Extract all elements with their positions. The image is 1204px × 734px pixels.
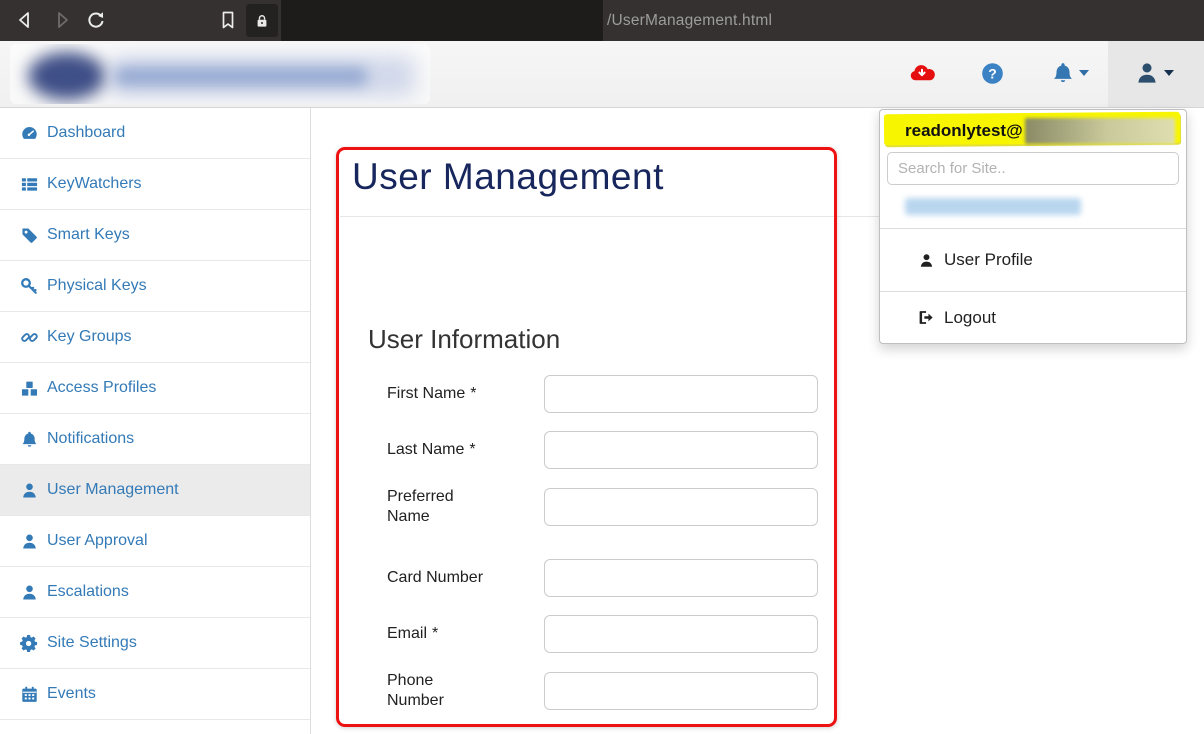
preferred-name-label: Preferred Name xyxy=(387,487,544,527)
url-redaction-block xyxy=(281,0,603,41)
tag-icon xyxy=(20,226,39,245)
sidebar-item-label: Dashboard xyxy=(47,124,125,142)
email-redaction-smudge xyxy=(1025,118,1175,144)
phone-number-input[interactable] xyxy=(544,672,818,710)
first-name-label: First Name* xyxy=(387,384,544,404)
form-row-card-number: Card Number xyxy=(387,559,1186,597)
cubes-icon xyxy=(20,379,39,398)
required-mark: * xyxy=(432,625,438,642)
gear-icon xyxy=(20,634,39,653)
key-icon xyxy=(20,277,39,296)
sidebar-item-label: User Approval xyxy=(47,532,148,550)
sidebar-item-user-management[interactable]: User Management xyxy=(0,465,310,516)
sidebar-item-smart-keys[interactable]: Smart Keys xyxy=(0,210,310,261)
user-icon xyxy=(20,481,39,500)
link-icon xyxy=(20,328,39,347)
user-dropdown-menu: readonlytest@ User Profile Logout xyxy=(879,109,1187,344)
question-glyph: ? xyxy=(988,65,997,81)
sidebar-item-label: User Management xyxy=(47,481,179,499)
sign-out-icon xyxy=(918,309,935,326)
address-bar-url[interactable]: /UserManagement.html xyxy=(607,0,772,41)
sidebar-item-label: Key Groups xyxy=(47,328,131,346)
first-name-input[interactable] xyxy=(544,375,818,413)
site-search-wrap xyxy=(880,151,1186,188)
notifications-icon[interactable] xyxy=(1051,61,1075,90)
sidebar-item-label: Access Profiles xyxy=(47,379,156,397)
required-mark: * xyxy=(469,441,475,458)
form-row-last-name: Last Name* xyxy=(387,431,1186,469)
user-icon xyxy=(918,252,935,269)
cloud-download-icon[interactable] xyxy=(908,61,936,90)
last-name-label: Last Name* xyxy=(387,440,544,460)
form-row-preferred-name: Preferred Name xyxy=(387,487,1186,527)
list-icon xyxy=(20,175,39,194)
back-icon[interactable] xyxy=(14,9,36,31)
lock-icon[interactable] xyxy=(246,4,278,37)
site-name-redacted[interactable] xyxy=(905,198,1081,215)
sidebar-item-notifications[interactable]: Notifications xyxy=(0,414,310,465)
site-search-input[interactable] xyxy=(887,152,1179,185)
gauge-icon xyxy=(20,124,39,143)
notifications-caret-icon[interactable] xyxy=(1079,70,1089,76)
user-profile-menu-item[interactable]: User Profile xyxy=(880,229,1186,291)
logo-blur-blob xyxy=(28,52,106,100)
calendar-icon xyxy=(20,685,39,704)
sidebar-item-label: Events xyxy=(47,685,96,703)
card-number-input[interactable] xyxy=(544,559,818,597)
user-icon xyxy=(20,532,39,551)
last-name-input[interactable] xyxy=(544,431,818,469)
sidebar-item-site-settings[interactable]: Site Settings xyxy=(0,618,310,669)
sidebar-item-physical-keys[interactable]: Physical Keys xyxy=(0,261,310,312)
bell-icon xyxy=(20,430,39,449)
sidebar-item-label: Physical Keys xyxy=(47,277,147,295)
sidebar-item-escalations[interactable]: Escalations xyxy=(0,567,310,618)
help-icon[interactable]: ? xyxy=(981,62,1004,90)
sidebar-item-events[interactable]: Events xyxy=(0,669,310,720)
user-email: readonlytest@ xyxy=(905,121,1023,141)
sidebar-item-user-approval[interactable]: User Approval xyxy=(0,516,310,567)
user-email-row: readonlytest@ xyxy=(880,110,1186,151)
forward-icon[interactable] xyxy=(51,9,73,31)
sidebar-item-label: Smart Keys xyxy=(47,226,130,244)
sidebar-nav: Dashboard KeyWatchers Smart Keys Physica… xyxy=(0,108,311,734)
required-mark: * xyxy=(470,385,476,402)
sidebar-item-label: Notifications xyxy=(47,430,134,448)
sidebar-item-key-groups[interactable]: Key Groups xyxy=(0,312,310,363)
email-label: Email* xyxy=(387,624,544,644)
phone-number-label: Phone Number xyxy=(387,671,544,711)
logo-blur-text xyxy=(115,67,367,86)
sidebar-item-label: Escalations xyxy=(47,583,129,601)
email-input[interactable] xyxy=(544,615,818,653)
sidebar-item-dashboard[interactable]: Dashboard xyxy=(0,108,310,159)
user-information-form: First Name* Last Name* Preferred Name Ca… xyxy=(387,375,1186,711)
user-menu-button[interactable] xyxy=(1108,41,1204,107)
app-logo-redacted xyxy=(10,44,430,104)
card-number-label: Card Number xyxy=(387,568,544,588)
user-menu-caret-icon xyxy=(1164,70,1174,76)
app-header: ? xyxy=(0,41,1204,108)
form-row-phone-number: Phone Number xyxy=(387,671,1186,711)
bookmark-icon[interactable] xyxy=(217,9,239,31)
sidebar-item-label: Site Settings xyxy=(47,634,137,652)
sidebar-item-access-profiles[interactable]: Access Profiles xyxy=(0,363,310,414)
browser-toolbar: /UserManagement.html xyxy=(0,0,1204,41)
form-row-email: Email* xyxy=(387,615,1186,653)
sidebar-item-label: KeyWatchers xyxy=(47,175,142,193)
refresh-icon[interactable] xyxy=(85,9,107,31)
logout-menu-item[interactable]: Logout xyxy=(880,292,1186,343)
user-icon xyxy=(20,583,39,602)
menu-item-label: Logout xyxy=(944,308,996,328)
form-row-first-name: First Name* xyxy=(387,375,1186,413)
menu-item-label: User Profile xyxy=(944,250,1033,270)
sidebar-item-keywatchers[interactable]: KeyWatchers xyxy=(0,159,310,210)
preferred-name-input[interactable] xyxy=(544,488,818,526)
